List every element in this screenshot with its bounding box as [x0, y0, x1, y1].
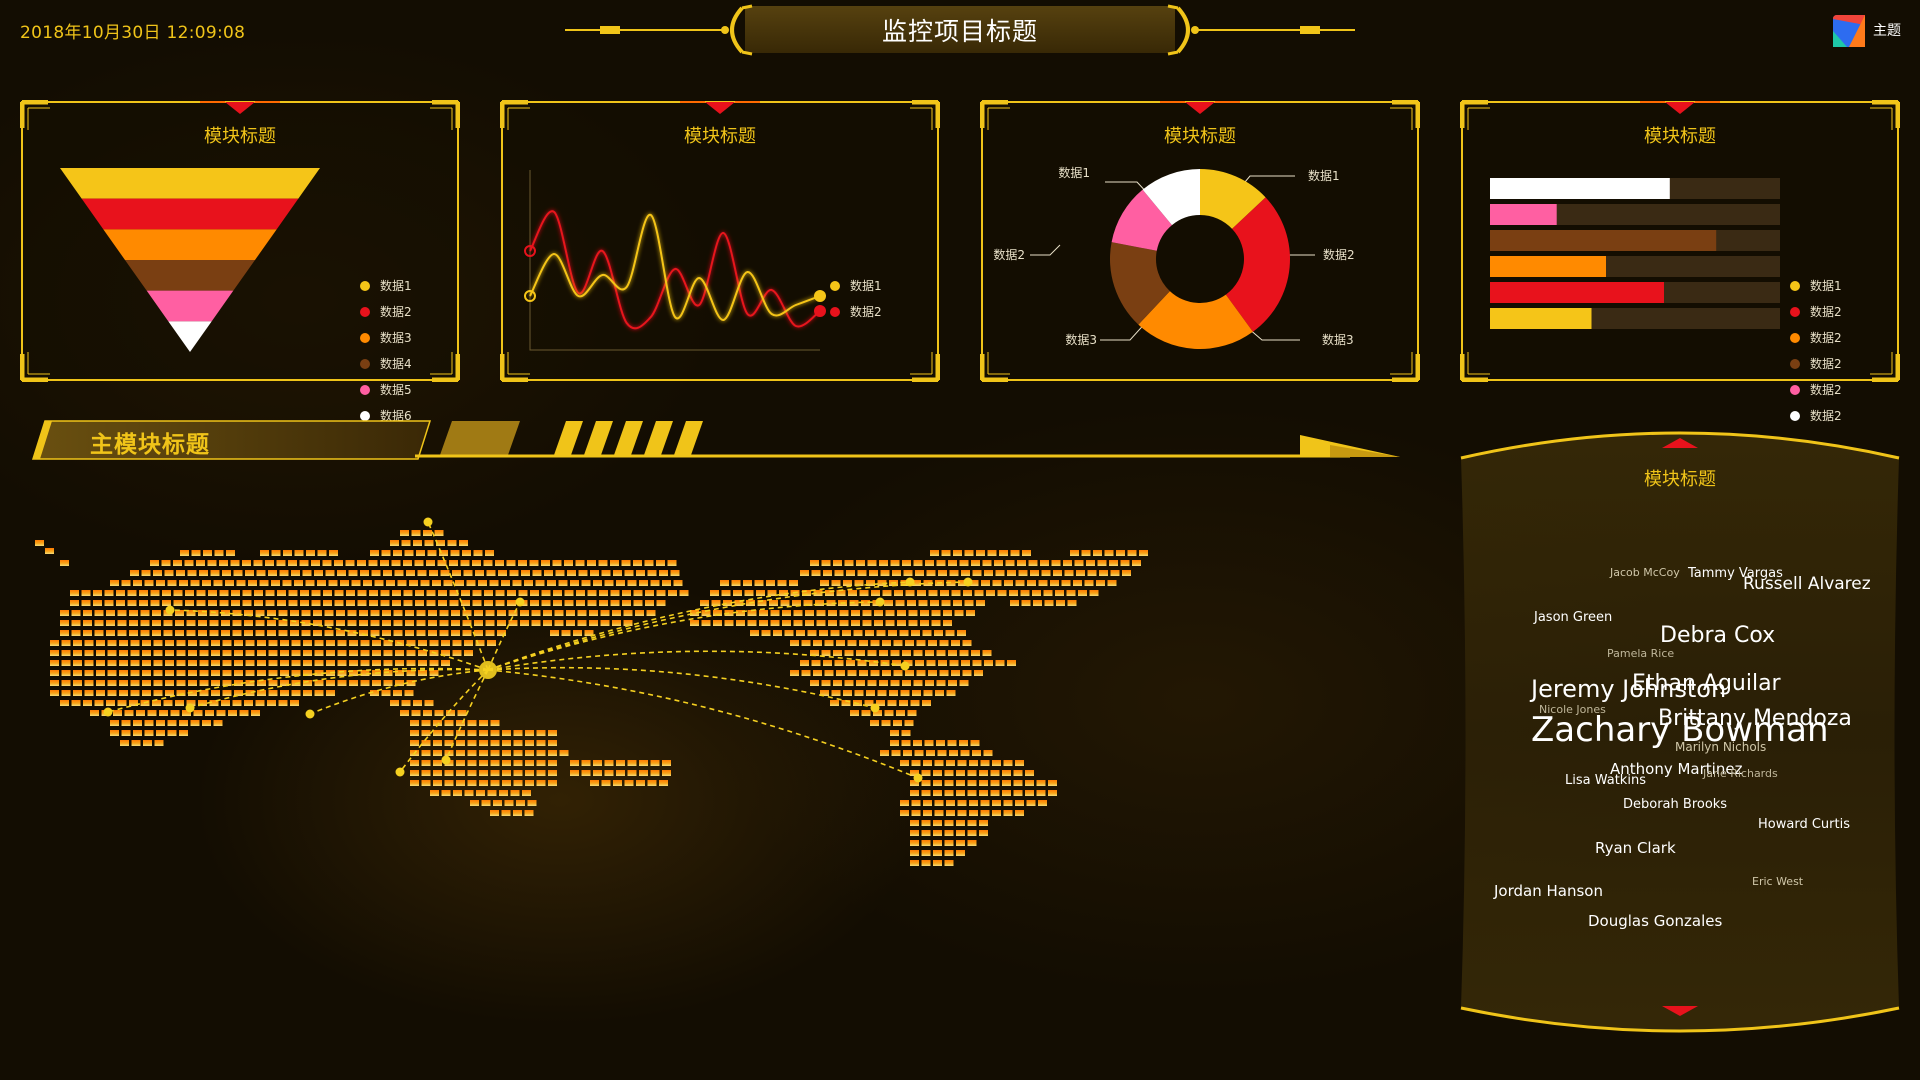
page-title: 监控项目标题	[881, 17, 1038, 46]
legend-label: 数据4	[380, 357, 412, 371]
bar-fill[interactable]	[1490, 204, 1557, 225]
world-dot-map	[35, 517, 1148, 866]
word-cloud-name[interactable]: Ryan Clark	[1595, 839, 1676, 857]
legend-label: 数据1	[1810, 279, 1842, 293]
word-cloud-name[interactable]: Douglas Gonzales	[1588, 912, 1722, 930]
legend-item[interactable]: 数据5	[360, 377, 412, 403]
legend-item[interactable]: 数据2	[830, 299, 882, 325]
funnel-legend: 数据1 数据2 数据3 数据4 数据5 数据6	[360, 273, 412, 429]
word-cloud-name[interactable]: Russell Alvarez	[1743, 574, 1871, 594]
legend-label: 数据2	[1810, 331, 1842, 345]
theme-logo-icon[interactable]	[1833, 15, 1865, 47]
line-end-point[interactable]	[814, 305, 826, 317]
legend-dot-icon	[360, 385, 370, 395]
legend-dot-icon	[360, 359, 370, 369]
legend-item[interactable]: 数据1	[1790, 273, 1842, 299]
word-cloud-name[interactable]: Eric West	[1752, 875, 1803, 888]
legend-item[interactable]: 数据2	[360, 299, 412, 325]
line-series[interactable]	[529, 210, 821, 330]
donut-label-right-mid: 数据2	[1323, 247, 1355, 262]
legend-label: 数据2	[380, 305, 412, 319]
funnel-segment[interactable]	[103, 229, 277, 260]
legend-item[interactable]: 数据1	[830, 273, 882, 299]
line-axes	[529, 170, 820, 351]
word-cloud-name[interactable]: Jane Richards	[1703, 767, 1778, 780]
line-end-point[interactable]	[814, 290, 826, 302]
legend-label: 数据5	[380, 383, 412, 397]
donut-chart: 数据1 数据2 数据3 数据1 数据2 数据3	[993, 165, 1355, 349]
legend-dot-icon	[1790, 333, 1800, 343]
legend-item[interactable]: 数据2	[1790, 351, 1842, 377]
legend-label: 数据2	[1810, 383, 1842, 397]
legend-item[interactable]: 数据1	[360, 273, 412, 299]
word-cloud-name[interactable]: Jordan Hanson	[1494, 882, 1603, 900]
legend-dot-icon	[360, 307, 370, 317]
bar-fill[interactable]	[1490, 230, 1717, 251]
funnel-segment[interactable]	[81, 198, 299, 230]
panel-line: 模块标题 数据1 数据2	[500, 100, 940, 382]
word-cloud-name[interactable]: Ethan Aguilar	[1632, 671, 1781, 696]
word-cloud-name[interactable]: Debra Cox	[1660, 623, 1775, 648]
legend-label: 数据3	[380, 331, 412, 345]
legend-dot-icon	[830, 281, 840, 291]
legend-dot-icon	[830, 307, 840, 317]
main-module-title: 主模块标题	[90, 432, 210, 458]
funnel-segment[interactable]	[125, 260, 255, 291]
legend-dot-icon	[1790, 385, 1800, 395]
legend-label: 数据1	[380, 279, 412, 293]
word-cloud-name[interactable]: Marilyn Nichols	[1675, 740, 1766, 754]
donut-label-left-bottom: 数据3	[1065, 332, 1097, 347]
donut-label-right-top: 数据1	[1308, 168, 1340, 183]
funnel-segment[interactable]	[60, 168, 320, 199]
legend-dot-icon	[1790, 281, 1800, 291]
legend-label: 数据1	[850, 279, 882, 293]
donut-label-left-mid: 数据2	[993, 247, 1025, 262]
legend-dot-icon	[1790, 359, 1800, 369]
legend-item[interactable]: 数据2	[1790, 325, 1842, 351]
legend-item[interactable]: 数据2	[1790, 299, 1842, 325]
legend-label: 数据2	[1810, 357, 1842, 371]
theme-label[interactable]: 主题	[1873, 20, 1901, 40]
bar-legend: 数据1 数据2 数据2 数据2 数据2 数据2	[1790, 273, 1842, 429]
line-series[interactable]	[529, 213, 821, 321]
word-cloud-name[interactable]: Deborah Brooks	[1623, 797, 1727, 812]
legend-dot-icon	[1790, 307, 1800, 317]
legend-label: 数据2	[1810, 305, 1842, 319]
panel-donut: 模块标题 数据1 数据2 数据3 数据1 数据2 数据3	[980, 100, 1420, 382]
word-cloud-title: 模块标题	[1644, 469, 1716, 490]
donut-label-right-bottom: 数据3	[1322, 332, 1354, 347]
word-cloud-name[interactable]: Jason Green	[1534, 610, 1612, 625]
bar-fill[interactable]	[1490, 308, 1592, 329]
word-cloud-name[interactable]: Pamela Rice	[1607, 647, 1674, 660]
legend-item[interactable]: 数据2	[1790, 377, 1842, 403]
funnel-segment[interactable]	[168, 321, 212, 352]
legend-dot-icon	[360, 281, 370, 291]
word-cloud-name[interactable]: Jacob McCoy	[1610, 566, 1680, 579]
bar-fill[interactable]	[1490, 256, 1606, 277]
line-chart	[524, 170, 826, 351]
legend-dot-icon	[360, 333, 370, 343]
bar-fill[interactable]	[1490, 178, 1670, 199]
funnel-segment[interactable]	[146, 290, 234, 322]
bar-fill[interactable]	[1490, 282, 1664, 303]
panel-bars: 模块标题 数据1 数据2 数据2 数据2 数据2 数据2	[1460, 100, 1900, 423]
legend-item[interactable]: 数据3	[360, 325, 412, 351]
donut-label-left-top: 数据1	[1058, 165, 1090, 180]
panel-funnel: 模块标题 数据1 数据2 数据3 数据4 数据5 数据6	[20, 100, 460, 423]
word-cloud-name[interactable]: Lisa Watkins	[1565, 773, 1646, 788]
word-cloud-name[interactable]: Howard Curtis	[1758, 817, 1850, 832]
main-banner	[31, 420, 1400, 460]
legend-item[interactable]: 数据4	[360, 351, 412, 377]
line-legend: 数据1 数据2	[830, 273, 882, 325]
legend-label: 数据2	[850, 305, 882, 319]
